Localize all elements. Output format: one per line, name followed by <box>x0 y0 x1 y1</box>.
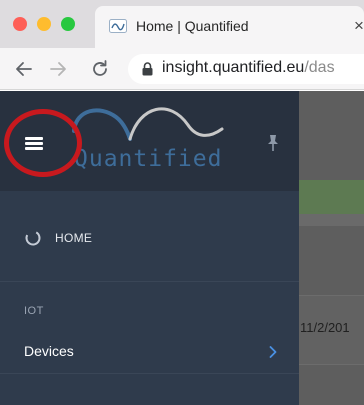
sidebar-section-label: IOT <box>24 305 44 317</box>
reload-icon[interactable] <box>89 58 111 80</box>
arrow-left-icon[interactable] <box>13 58 35 80</box>
highlight-annotation-circle <box>4 109 82 177</box>
address-bar[interactable]: insight.quantified.eu/das <box>128 54 364 84</box>
pin-icon[interactable] <box>266 134 280 152</box>
page-viewport: 11/2/201 Quantified HOME IOT Devices <box>0 91 364 405</box>
sidebar: Quantified HOME IOT Devices <box>0 91 299 405</box>
spinner-circle-icon <box>25 230 41 246</box>
header-strip <box>299 214 364 226</box>
quantified-favicon-icon <box>109 19 127 33</box>
quantified-logo-icon <box>72 107 224 141</box>
sidebar-item-home[interactable]: HOME <box>0 191 299 282</box>
address-url: insight.quantified.eu/das <box>162 59 335 77</box>
sidebar-item-devices[interactable]: Devices <box>0 336 299 368</box>
divider <box>0 373 299 374</box>
logo-text: Quantified <box>74 146 223 172</box>
window-zoom-button[interactable] <box>61 17 75 31</box>
sidebar-item-label: HOME <box>55 231 93 245</box>
status-strip <box>299 180 364 214</box>
sidebar-header: Quantified <box>0 91 299 191</box>
date-cell-text: 11/2/201 <box>300 320 350 335</box>
window-minimize-button[interactable] <box>37 17 51 31</box>
table-row: 11/2/201 <box>299 295 364 365</box>
browser-tab-bar: Home | Quantified × <box>0 0 364 48</box>
url-host: insight.quantified.eu <box>162 59 305 76</box>
tab-close-button[interactable]: × <box>354 16 364 36</box>
browser-toolbar: insight.quantified.eu/das <box>0 48 364 90</box>
sidebar-item-label: Devices <box>24 343 74 359</box>
window-close-button[interactable] <box>13 17 27 31</box>
lock-icon <box>142 62 153 76</box>
browser-tab[interactable]: Home | Quantified × <box>95 6 364 48</box>
arrow-right-icon[interactable] <box>47 58 69 80</box>
url-path: /das <box>304 59 335 76</box>
tab-title: Home | Quantified <box>136 18 249 34</box>
chevron-right-icon <box>269 346 277 358</box>
